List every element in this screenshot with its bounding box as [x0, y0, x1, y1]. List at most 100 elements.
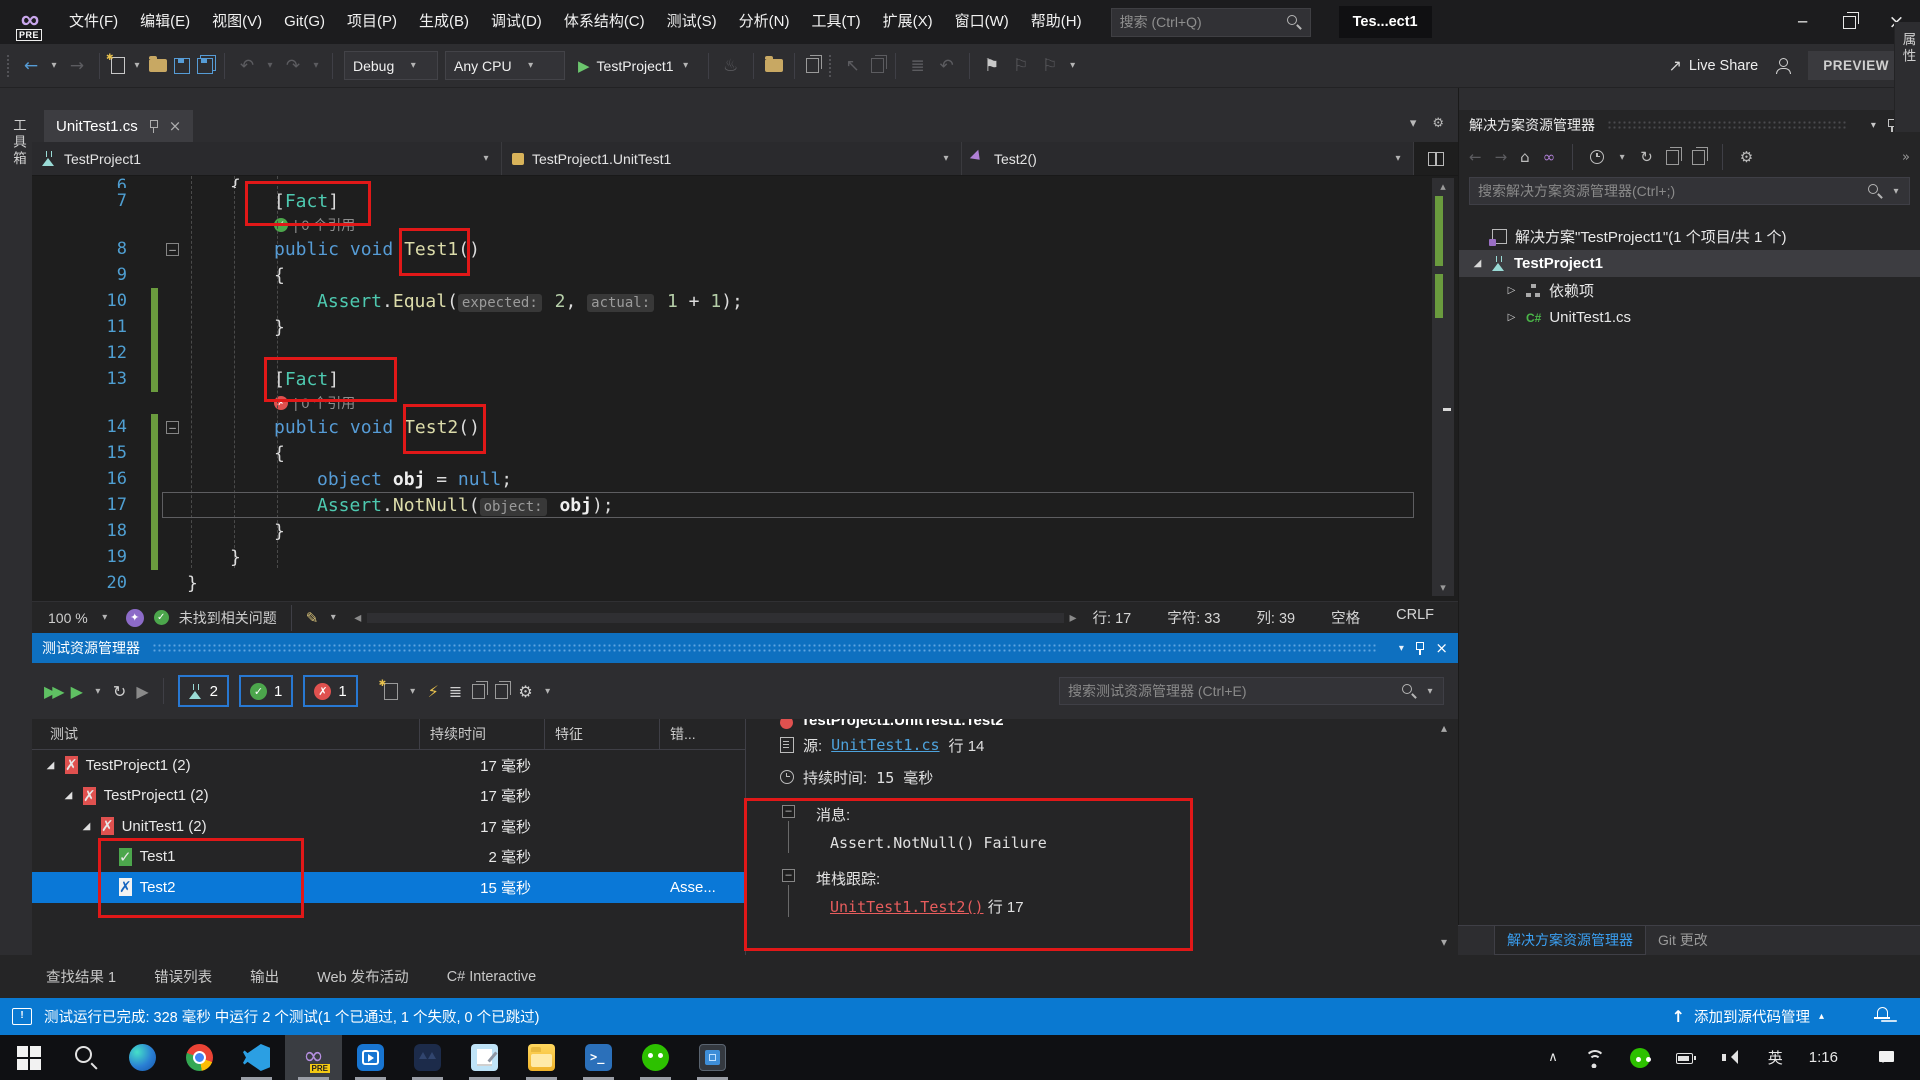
toolbar-overflow-icon[interactable]: ▾	[1068, 60, 1078, 71]
test-row-Test1[interactable]: ✓Test12 毫秒	[32, 842, 745, 873]
source-control-button[interactable]: ↑ 添加到源代码管理 ▴	[1672, 1006, 1824, 1027]
window-position-icon[interactable]: ▾	[1868, 120, 1878, 131]
split-editor-icon[interactable]	[1428, 152, 1444, 166]
edit-mode-icon[interactable]: ✎	[306, 609, 319, 627]
quick-actions-icon[interactable]: ✦	[126, 609, 144, 627]
home-icon[interactable]: ⌂	[1520, 148, 1530, 166]
menu-item-10[interactable]: 工具(T)	[800, 0, 871, 44]
close-panel-icon[interactable]: ×	[1435, 639, 1448, 657]
wifi-icon[interactable]	[1584, 1048, 1604, 1068]
member-dropdown[interactable]: Test2() ▾	[962, 142, 1414, 175]
taskbar-app-visual-studio[interactable]	[285, 1035, 342, 1080]
action-center-icon[interactable]	[1878, 1048, 1898, 1068]
settings-dropdown-icon[interactable]: ▾	[543, 686, 553, 697]
filter-dropdown-icon[interactable]: ▾	[1617, 152, 1627, 163]
outdent-icon[interactable]: ↶	[936, 56, 958, 76]
code-editor[interactable]: 6{7[Fact]✓| 0 个引用8–public void Test1()9{…	[32, 176, 1458, 601]
column-duration[interactable]: 持续时间	[420, 719, 545, 749]
taskbar-app-chrome[interactable]	[171, 1035, 228, 1080]
run-dropdown-icon[interactable]: ▾	[93, 686, 103, 697]
failed-tests-filter[interactable]: ✗ 1	[303, 675, 357, 707]
collapsed-icon[interactable]: ▷	[1505, 312, 1518, 323]
taskbar-app-wechat[interactable]	[627, 1035, 684, 1080]
window-position-icon[interactable]: ▾	[1396, 643, 1406, 654]
run-all-tests-icon[interactable]: ▶▶	[44, 682, 61, 701]
save-all-icon[interactable]	[197, 58, 213, 74]
taskbar-app-powershell[interactable]	[570, 1035, 627, 1080]
platform-dropdown[interactable]: Any CPU ▾	[445, 51, 565, 80]
menu-item-2[interactable]: 视图(V)	[201, 0, 273, 44]
scroll-right-icon[interactable]: ▸	[1070, 610, 1077, 626]
properties-vertical-tab[interactable]: 属性	[1894, 22, 1920, 132]
wechat-tray-icon[interactable]	[1630, 1048, 1650, 1068]
bottom-tab-4[interactable]: C# Interactive	[447, 969, 536, 985]
solution-item-csharp[interactable]: ▷C#UnitTest1.cs	[1459, 304, 1920, 331]
prev-bookmark-icon[interactable]: ⚐	[1010, 56, 1032, 76]
document-tab-unittest1[interactable]: UnitTest1.cs ×	[44, 110, 193, 142]
zoom-dropdown[interactable]: 100 % ▾	[42, 610, 116, 626]
menu-item-1[interactable]: 编辑(E)	[129, 0, 201, 44]
pin-icon[interactable]	[148, 119, 159, 133]
bottom-tab-2[interactable]: 输出	[250, 966, 279, 987]
expanded-icon[interactable]: ◢	[80, 821, 93, 832]
pin-icon[interactable]	[1414, 641, 1425, 655]
fold-collapse-icon[interactable]: –	[166, 243, 179, 256]
solution-explorer-title-bar[interactable]: 解决方案资源管理器 ▾ ×	[1459, 110, 1920, 140]
navigate-forward-icon[interactable]: →	[66, 56, 88, 76]
menu-item-0[interactable]: 文件(F)	[58, 0, 129, 44]
minimize-button[interactable]: ─	[1779, 0, 1826, 44]
bottom-tab-0[interactable]: 查找结果 1	[46, 966, 116, 987]
menu-item-13[interactable]: 帮助(H)	[1020, 0, 1093, 44]
scroll-down-icon[interactable]: ▾	[1434, 935, 1454, 949]
eol-indicator[interactable]: CRLF	[1396, 607, 1434, 628]
test-row-UnitTest1-2-[interactable]: ◢✗UnitTest1 (2)17 毫秒	[32, 811, 745, 842]
paste-icon[interactable]	[871, 58, 884, 73]
find-in-files-icon[interactable]	[765, 59, 783, 72]
menu-item-6[interactable]: 调试(D)	[480, 0, 553, 44]
pending-changes-filter-icon[interactable]	[1590, 150, 1604, 164]
refresh-icon[interactable]: ↻	[1640, 148, 1653, 166]
spaces-indicator[interactable]: 空格	[1331, 607, 1360, 628]
start-debug-button[interactable]: ▶ TestProject1 ▾	[572, 57, 697, 75]
test-row-TestProject1-2-[interactable]: ◢✗TestProject1 (2)17 毫秒	[32, 750, 745, 781]
scroll-up-icon[interactable]: ▴	[1434, 721, 1454, 735]
back-icon[interactable]: ←	[1469, 148, 1482, 166]
passed-tests-filter[interactable]: ✓ 1	[239, 675, 293, 707]
redo-icon[interactable]: ↷	[282, 56, 304, 76]
test-playlist-icon[interactable]	[384, 683, 398, 700]
indent-icon[interactable]: ≣	[907, 56, 929, 76]
project-dropdown[interactable]: TestProject1 ▾	[32, 142, 502, 175]
run-test-icon[interactable]: ▶	[71, 682, 83, 701]
clock[interactable]: 1:16	[1809, 1049, 1838, 1066]
taskbar-app-video[interactable]	[342, 1035, 399, 1080]
properties-icon[interactable]: ⚙	[1740, 148, 1753, 166]
volume-icon[interactable]	[1722, 1048, 1742, 1068]
taskbar-app-chip[interactable]	[684, 1035, 741, 1080]
open-folder-icon[interactable]	[149, 59, 167, 72]
column-traits[interactable]: 特征	[545, 719, 660, 749]
taskbar-app-search[interactable]	[57, 1035, 114, 1080]
scrollbar-track[interactable]	[367, 613, 1063, 623]
menu-item-8[interactable]: 测试(S)	[656, 0, 728, 44]
toolbar-grip[interactable]	[6, 54, 11, 78]
toolbox-vertical-tab[interactable]: 工具箱	[8, 118, 28, 168]
solution-item-deps[interactable]: ▷依赖项	[1459, 277, 1920, 304]
menu-item-11[interactable]: 扩展(X)	[872, 0, 944, 44]
new-project-icon[interactable]	[111, 57, 125, 74]
show-all-files-icon[interactable]	[1692, 150, 1705, 165]
collapsed-icon[interactable]: ▷	[1505, 285, 1518, 296]
chevron-down-icon[interactable]: ▾	[328, 612, 338, 623]
menu-item-5[interactable]: 生成(B)	[408, 0, 480, 44]
test-explorer-title-bar[interactable]: 测试资源管理器 ▾ ×	[32, 633, 1458, 663]
menu-item-7[interactable]: 体系结构(C)	[553, 0, 656, 44]
menu-item-3[interactable]: Git(G)	[273, 0, 336, 44]
type-dropdown[interactable]: TestProject1.UnitTest1 ▾	[502, 142, 962, 175]
expanded-icon[interactable]: ◢	[1471, 258, 1484, 269]
solution-item-solution[interactable]: 解决方案"TestProject1"(1 个项目/共 1 个)	[1459, 223, 1920, 250]
redo-dropdown-icon[interactable]: ▾	[311, 60, 321, 71]
editor-options-icon[interactable]: ⚙	[1432, 116, 1444, 131]
preview-feedback-button[interactable]: PREVIEW	[1808, 51, 1904, 80]
run-until-failure-icon[interactable]: ⚡	[428, 682, 439, 701]
save-icon[interactable]	[174, 58, 190, 74]
taskbar-app-file-explorer[interactable]	[513, 1035, 570, 1080]
